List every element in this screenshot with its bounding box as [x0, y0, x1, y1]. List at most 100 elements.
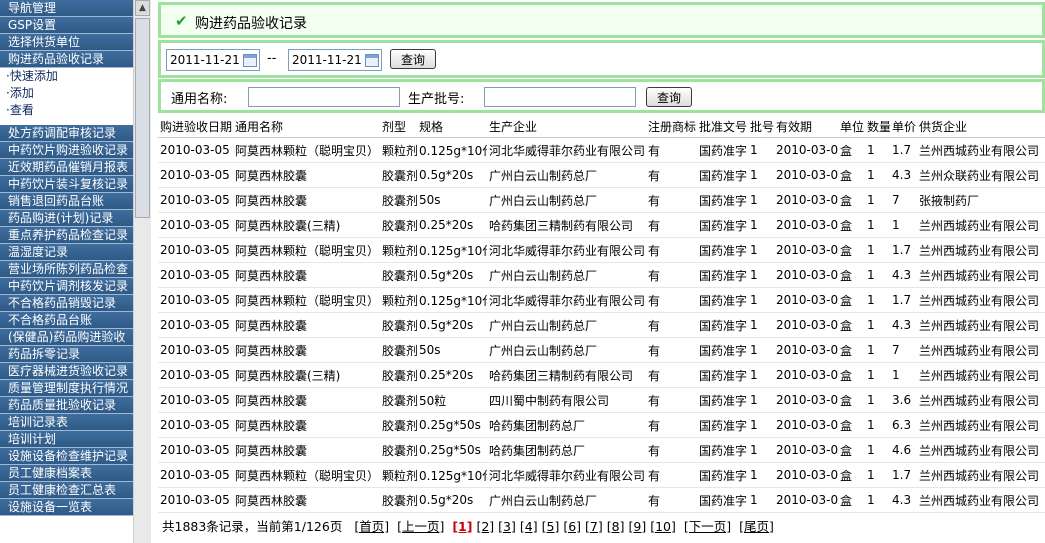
scroll-up-arrow-icon[interactable]: ▲	[135, 0, 150, 16]
sidebar-item[interactable]: 设施设备一览表	[0, 499, 133, 516]
table-cell: 阿莫西林胶囊(三精)	[233, 212, 380, 238]
table-row[interactable]: 2010-03-05 阿莫西林颗粒（聪明宝贝） 颗粒剂 0.125g*10代 河北华威得…	[158, 237, 1045, 263]
page-link[interactable]: [8]	[607, 519, 625, 534]
column-header[interactable]: 生产企业	[487, 115, 646, 138]
table-row[interactable]: 2010-03-05 阿莫西林胶囊(三精) 胶囊剂 0.25*20s 哈药集团三精制药有…	[158, 362, 1045, 388]
batch-number-input[interactable]	[484, 87, 636, 107]
table-row[interactable]: 2010-03-05 阿莫西林胶囊(三精) 胶囊剂 0.25*20s 哈药集团三精制药有…	[158, 212, 1045, 238]
column-header[interactable]: 注册商标	[646, 115, 697, 138]
column-header[interactable]: 通用名称	[233, 115, 380, 138]
sidebar-item[interactable]: 重点养护药品检查记录	[0, 227, 133, 244]
table-cell: 1	[748, 237, 774, 263]
page-link[interactable]: [5]	[542, 519, 560, 534]
sidebar-sub-group: ·快速添加 ·添加 ·查看	[0, 68, 133, 119]
table-cell: 国药准字	[697, 262, 748, 288]
sidebar-subitem[interactable]: ·添加	[0, 85, 133, 102]
column-header[interactable]: 有效期	[774, 115, 838, 138]
sidebar-item[interactable]: 温湿度记录	[0, 244, 133, 261]
table-row[interactable]: 2010-03-05 阿莫西林颗粒（聪明宝贝） 颗粒剂 0.125g*10代 河北华威得…	[158, 462, 1045, 488]
table-row[interactable]: 2010-03-05 阿莫西林胶囊 胶囊剂 50粒 四川蜀中制药有限公司有国药准字 1 20…	[158, 387, 1045, 413]
table-cell: 盒	[838, 337, 865, 363]
column-header[interactable]: 规格	[417, 115, 487, 138]
table-cell: 2010-03-05	[774, 337, 838, 363]
table-row[interactable]: 2010-03-05 阿莫西林胶囊 胶囊剂 50s 广州白云山制药总厂有国药准字 1 201…	[158, 187, 1045, 213]
page-link[interactable]: [10]	[650, 519, 676, 534]
search-query-button[interactable]: 查询	[646, 87, 692, 107]
sidebar-subitem[interactable]: ·快速添加	[0, 68, 133, 85]
sidebar-item[interactable]: 中药饮片购进验收记录	[0, 142, 133, 159]
end-date-input[interactable]: 2011-11-21	[288, 49, 382, 71]
sidebar-item[interactable]: 中药饮片装斗复核记录	[0, 176, 133, 193]
page-link[interactable]: [4]	[520, 519, 538, 534]
current-page-link[interactable]: [1]	[452, 519, 472, 534]
column-header[interactable]: 批准文号	[697, 115, 748, 138]
table-cell: 张掖制药厂	[917, 187, 1045, 213]
column-header[interactable]: 供货企业	[917, 115, 1045, 138]
sidebar-item[interactable]: 导航管理	[0, 0, 133, 17]
page-link[interactable]: [9]	[628, 519, 646, 534]
sidebar-item[interactable]: 购进药品验收记录	[0, 51, 133, 68]
sidebar-item[interactable]: 药品质量批验收记录	[0, 397, 133, 414]
table-row[interactable]: 2010-03-05 阿莫西林胶囊 胶囊剂 0.5g*20s 广州白云山制药总厂有国药准…	[158, 487, 1045, 513]
page-link[interactable]: [6]	[563, 519, 581, 534]
table-cell: 兰州西城药业有限公司	[917, 287, 1045, 313]
sidebar-item[interactable]: 营业场所陈列药品检查	[0, 261, 133, 278]
table-cell: 颗粒剂	[380, 287, 417, 313]
sidebar-item[interactable]: 选择供货单位	[0, 34, 133, 51]
sidebar-item[interactable]: 员工健康检查汇总表	[0, 482, 133, 499]
sidebar-item[interactable]: 培训计划	[0, 431, 133, 448]
table-row[interactable]: 2010-03-05 阿莫西林胶囊 胶囊剂 0.5g*20s 广州白云山制药总厂有国药准…	[158, 262, 1045, 288]
table-row[interactable]: 2010-03-05 阿莫西林胶囊 胶囊剂 0.5g*20s 广州白云山制药总厂有国药准…	[158, 312, 1045, 338]
table-row[interactable]: 2010-03-05 阿莫西林胶囊 胶囊剂 0.25g*50s 哈药集团制药总厂有国药准…	[158, 412, 1045, 438]
prev-page-link[interactable]: [上一页]	[397, 519, 444, 534]
sidebar-item[interactable]: 培训记录表	[0, 414, 133, 431]
page-link[interactable]: [3]	[498, 519, 516, 534]
date-query-button[interactable]: 查询	[390, 49, 436, 69]
table-row[interactable]: 2010-03-05 阿莫西林胶囊 胶囊剂 50s 广州白云山制药总厂有国药准字 1 201…	[158, 337, 1045, 363]
page-link[interactable]: [2]	[476, 519, 494, 534]
table-row[interactable]: 2010-03-05 阿莫西林颗粒（聪明宝贝） 颗粒剂 0.125g*10代 河北华威得…	[158, 137, 1045, 163]
column-header[interactable]: 购进验收日期	[158, 115, 233, 138]
last-page-link[interactable]: [尾页]	[739, 519, 774, 534]
sidebar-item[interactable]: 销售退回药品台账	[0, 193, 133, 210]
calendar-icon[interactable]	[243, 54, 257, 67]
calendar-icon[interactable]	[365, 54, 379, 67]
first-page-link[interactable]: [首页]	[354, 519, 389, 534]
sidebar-item[interactable]: 质量管理制度执行情况	[0, 380, 133, 397]
table-cell: 2010-03-05	[774, 387, 838, 413]
sidebar-item[interactable]: 员工健康档案表	[0, 465, 133, 482]
table-cell: 1	[865, 137, 890, 163]
column-header[interactable]: 单价	[890, 115, 917, 138]
sidebar-item[interactable]: 中药饮片调剂核发记录	[0, 278, 133, 295]
page-link[interactable]: [7]	[585, 519, 603, 534]
table-row[interactable]: 2010-03-05 阿莫西林胶囊 胶囊剂 0.25g*50s 哈药集团制药总厂有国药准…	[158, 437, 1045, 463]
sidebar-item[interactable]: 设施设备检查维护记录	[0, 448, 133, 465]
next-page-link[interactable]: [下一页]	[684, 519, 731, 534]
sidebar-item[interactable]: 医疗器械进货验收记录	[0, 363, 133, 380]
sidebar-item[interactable]: 不合格药品销毁记录	[0, 295, 133, 312]
sidebar-item[interactable]: 处方药调配审核记录	[0, 125, 133, 142]
sidebar-subitem[interactable]: ·查看	[0, 102, 133, 119]
table-cell: 2010-03-05	[158, 237, 233, 263]
generic-name-input[interactable]	[248, 87, 400, 107]
scrollbar-thumb[interactable]	[135, 18, 150, 218]
sidebar-item[interactable]: 不合格药品台账	[0, 312, 133, 329]
table-cell: 2010-03-05	[158, 187, 233, 213]
sidebar-item[interactable]: (保健品)药品购进验收	[0, 329, 133, 346]
table-row[interactable]: 2010-03-05 阿莫西林胶囊 胶囊剂 0.5g*20s 广州白云山制药总厂有国药准…	[158, 162, 1045, 188]
sidebar-item[interactable]: 药品购进(计划)记录	[0, 210, 133, 227]
table-row[interactable]: 2010-03-05 阿莫西林颗粒（聪明宝贝） 颗粒剂 0.125g*10代 河北华威得…	[158, 287, 1045, 313]
sidebar-item[interactable]: GSP设置	[0, 17, 133, 34]
sidebar-item[interactable]: 近效期药品催销月报表	[0, 159, 133, 176]
column-header[interactable]: 剂型	[380, 115, 417, 138]
column-header[interactable]: 批号	[748, 115, 774, 138]
sidebar-item[interactable]: 药品拆零记录	[0, 346, 133, 363]
table-cell: 兰州西城药业有限公司	[917, 412, 1045, 438]
table-cell: 阿莫西林胶囊	[233, 387, 380, 413]
column-header[interactable]: 数量	[865, 115, 890, 138]
table-cell: 胶囊剂	[380, 362, 417, 388]
table-cell: 广州白云山制药总厂	[487, 312, 646, 338]
start-date-input[interactable]: 2011-11-21	[166, 49, 260, 71]
sidebar-scrollbar[interactable]: ▲	[133, 0, 151, 543]
column-header[interactable]: 单位	[838, 115, 865, 138]
